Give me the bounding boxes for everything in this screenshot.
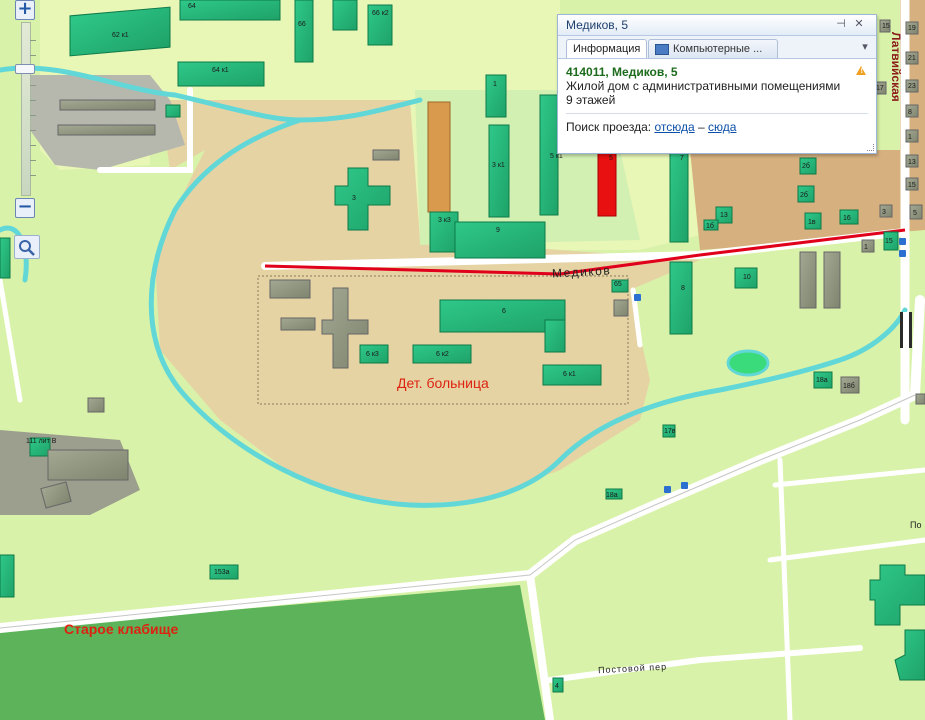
building-label: 6 к2 xyxy=(436,351,449,358)
building-label: 17в xyxy=(664,428,676,435)
building-label: 3 к3 xyxy=(438,217,451,224)
building-label: 1 xyxy=(493,81,497,88)
building-label: 19 xyxy=(908,25,916,32)
building-label: 4 xyxy=(555,683,559,690)
popup-tabs: Информация Компьютерные ... ▾ xyxy=(558,36,876,59)
building-label: 66 к2 xyxy=(372,10,389,17)
building-label: 62 к1 xyxy=(112,32,129,39)
building-label: 9 xyxy=(496,227,500,234)
building-label: 2б xyxy=(800,191,808,199)
tab-info[interactable]: Информация xyxy=(566,39,648,58)
building-label: 5 к1 xyxy=(550,153,563,160)
building-label: 65 xyxy=(614,281,622,288)
building-label: 15 xyxy=(882,23,890,30)
building-label: 6 xyxy=(502,308,506,315)
zoom-tick xyxy=(30,40,36,41)
popup-body: 414011, Медиков, 5 ! Жилой дом с админис… xyxy=(558,59,876,140)
building-label: 18б xyxy=(843,382,855,390)
building-label: 3 xyxy=(352,195,356,202)
popup-resize-handle[interactable] xyxy=(867,144,874,151)
building-label: 17 xyxy=(876,85,884,92)
tabs-dropdown-icon[interactable]: ▾ xyxy=(858,40,872,54)
magnifier-icon xyxy=(19,240,35,256)
popup-title: Медиков, 5 xyxy=(566,18,629,32)
building-label: 13 xyxy=(720,212,728,219)
building-label: 1 xyxy=(908,134,912,141)
building-label: 1 xyxy=(864,244,868,251)
building-label: 15 xyxy=(908,182,916,189)
building-label: 3 к1 xyxy=(492,162,505,169)
building-label: 6 к3 xyxy=(366,351,379,358)
zoom-control: + − xyxy=(12,0,40,262)
building-label: 10 xyxy=(743,274,751,281)
building-label: 8 xyxy=(908,109,912,116)
building-label: 1в xyxy=(808,219,816,226)
zoom-out-button[interactable]: − xyxy=(15,198,35,218)
zoom-tick xyxy=(30,100,36,101)
route-label: Поиск проезда: xyxy=(566,120,652,134)
building-label: 5 xyxy=(913,210,917,217)
route-dash: – xyxy=(697,120,705,134)
zoom-tick xyxy=(30,160,36,161)
building-label: 8 xyxy=(681,285,685,292)
zoom-tick xyxy=(30,85,36,86)
popup-floors: 9 этажей xyxy=(566,93,616,107)
building-label: 16 xyxy=(843,215,851,222)
building-label: 7 xyxy=(680,155,684,162)
building-label: 15 xyxy=(885,238,893,245)
zoom-slider-thumb[interactable] xyxy=(15,64,35,74)
popup-titlebar[interactable]: Медиков, 5 ⊣ ✕ xyxy=(558,15,876,36)
info-popup: Медиков, 5 ⊣ ✕ Информация Компьютерные .… xyxy=(557,14,877,154)
pin-icon[interactable]: ⊣ xyxy=(834,17,848,31)
building-label: 64 xyxy=(188,3,196,10)
street-label-latviiskaya: Латвийская xyxy=(889,32,903,102)
area-label-cemetery: Старое клабище xyxy=(64,621,178,637)
building-label: 1б xyxy=(706,222,714,230)
zoom-slider-track[interactable] xyxy=(21,22,31,196)
zoom-tick xyxy=(30,115,36,116)
building-label: 64 к1 xyxy=(212,67,229,74)
close-icon[interactable]: ✕ xyxy=(852,17,866,31)
tab-computer-label: Компьютерные ... xyxy=(673,43,763,55)
zoom-tick xyxy=(30,130,36,131)
zoom-tick xyxy=(30,145,36,146)
route-from-link[interactable]: отсюда xyxy=(654,120,694,134)
tab-computer-clubs[interactable]: Компьютерные ... xyxy=(648,39,778,58)
building-label: 3 xyxy=(882,209,886,216)
building-label: 23 xyxy=(908,83,916,90)
zoom-tick xyxy=(30,175,36,176)
area-label-hospital: Дет. больница xyxy=(397,375,489,391)
computer-icon xyxy=(655,43,669,55)
building-label: 21 xyxy=(908,55,916,62)
building-label: 153а xyxy=(214,569,230,576)
zoom-in-button[interactable]: + xyxy=(15,0,35,20)
building-label: 2б xyxy=(802,162,810,170)
building-label: 18а xyxy=(606,492,618,499)
street-label-po: По xyxy=(910,520,921,530)
building-label: 111 лит В xyxy=(26,438,57,445)
magnifier-zoom-button[interactable] xyxy=(14,235,40,259)
warning-icon-mark: ! xyxy=(860,68,863,75)
popup-description: Жилой дом с административными помещениям… xyxy=(566,79,841,93)
building-label: 6 к1 xyxy=(563,371,576,378)
building-label: 13 xyxy=(908,159,916,166)
building-label: 5 xyxy=(609,155,613,162)
popup-address: 414011, Медиков, 5 xyxy=(566,65,678,79)
building-label: 66 xyxy=(298,21,306,28)
route-search: Поиск проезда: отсюда – сюда xyxy=(566,113,868,134)
zoom-tick xyxy=(30,55,36,56)
route-to-link[interactable]: сюда xyxy=(708,120,736,134)
building-label: 18а xyxy=(816,377,828,384)
